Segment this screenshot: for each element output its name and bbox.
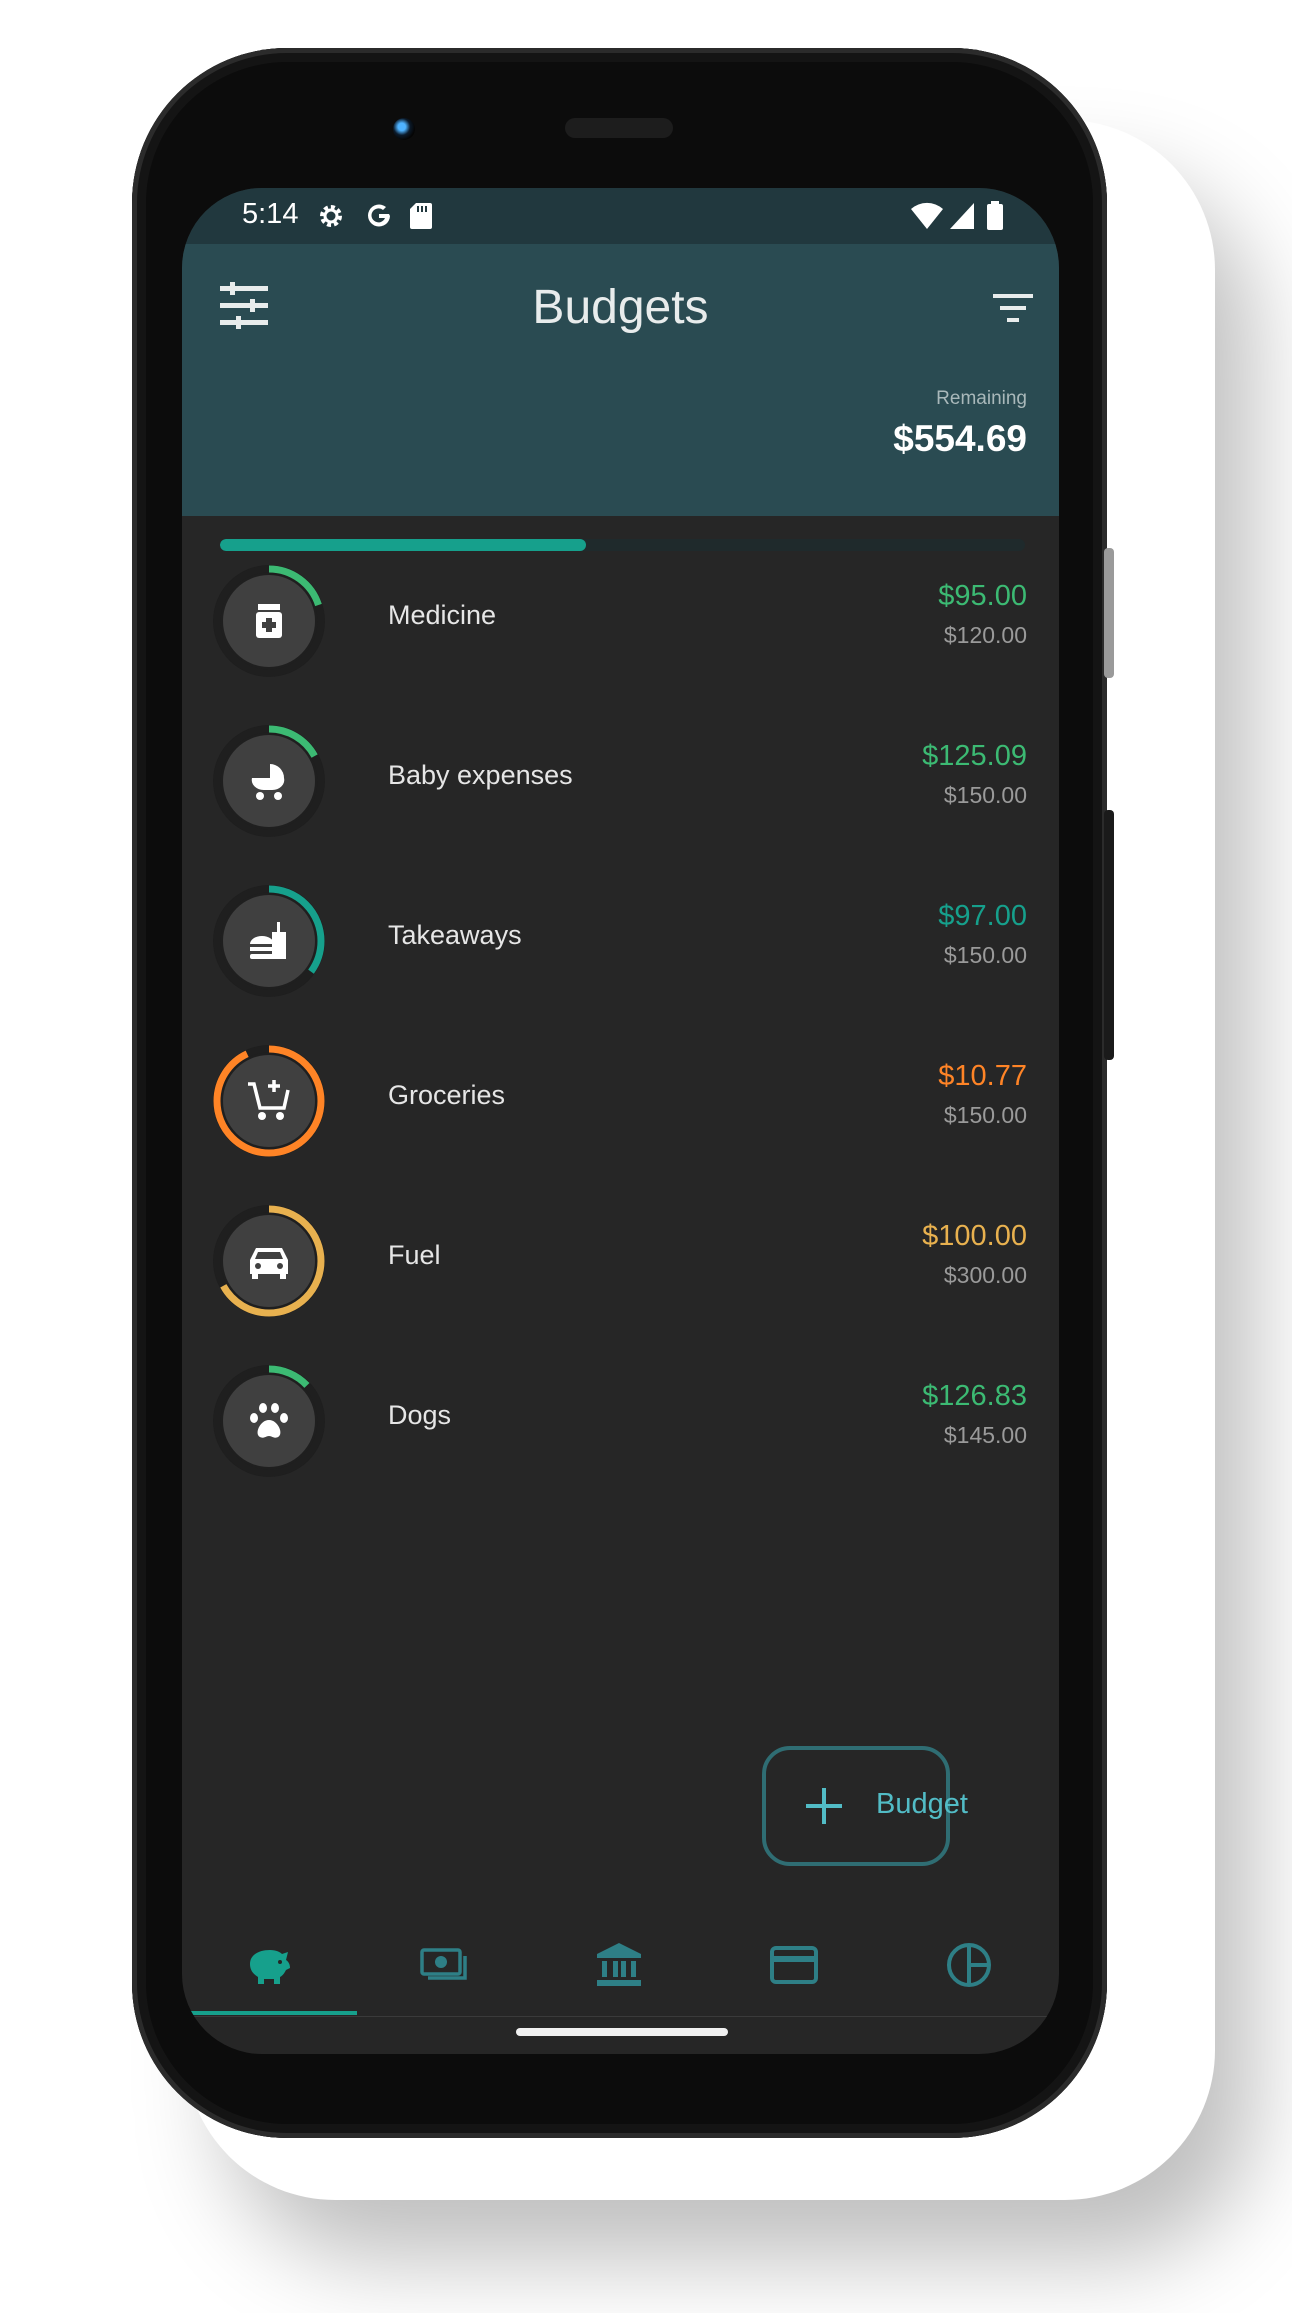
budget-row-baby-expenses[interactable]: Baby expenses $125.09 $150.00	[182, 698, 1059, 858]
budget-remaining-amount: $100.00	[922, 1220, 1027, 1252]
budget-row-takeaways[interactable]: Takeaways $97.00 $150.00	[182, 858, 1059, 1018]
status-time: 5:14	[242, 198, 299, 230]
nav-tab-budgets[interactable]	[182, 1918, 357, 2018]
filter-list-icon[interactable]	[991, 290, 1035, 326]
active-tab-indicator	[182, 2011, 357, 2015]
nav-tab-accounts[interactable]	[532, 1918, 707, 2018]
bottom-nav-divider	[182, 2016, 1059, 2017]
budget-total-amount: $300.00	[943, 1262, 1027, 1288]
bank-icon	[597, 1943, 641, 1986]
budget-name: Groceries	[388, 1080, 506, 1110]
settings-gear-icon	[320, 205, 342, 227]
add-budget-label: Budget	[876, 1788, 968, 1820]
sd-card-icon	[410, 203, 432, 229]
budget-total-amount: $145.00	[943, 1422, 1027, 1448]
earpiece-speaker	[565, 118, 673, 138]
money-icon	[420, 1948, 467, 1980]
gesture-home-bar[interactable]	[516, 2028, 728, 2036]
budget-row-groceries[interactable]: Groceries $10.77 $150.00	[182, 1018, 1059, 1178]
budget-name: Baby expenses	[388, 760, 573, 790]
budget-name: Takeaways	[388, 920, 522, 950]
budget-remaining-amount: $97.00	[938, 900, 1027, 932]
nav-tab-cards[interactable]	[707, 1918, 882, 2018]
status-bar: 5:14	[182, 188, 1059, 244]
bottom-navigation	[182, 1918, 1059, 2018]
battery-icon	[987, 201, 1003, 230]
cell-signal-icon	[950, 203, 974, 229]
budget-name: Medicine	[388, 600, 497, 630]
pie-chart-icon	[947, 1943, 991, 1987]
budget-total-amount: $150.00	[943, 1102, 1027, 1128]
add-budget-button[interactable]: Budget	[762, 1746, 968, 1866]
app-header: Budgets Remaining $554.69	[182, 244, 1059, 551]
budget-name: Dogs	[388, 1400, 452, 1430]
google-g-icon	[368, 204, 390, 227]
budget-name: Fuel	[388, 1240, 441, 1270]
wifi-icon	[911, 202, 943, 229]
baby-stroller-icon	[251, 764, 285, 800]
nav-tab-reports[interactable]	[882, 1918, 1057, 2018]
piggy-bank-icon	[250, 1950, 290, 1984]
nav-tab-transactions[interactable]	[357, 1918, 532, 2018]
paw-icon	[250, 1403, 288, 1438]
remaining-label: Remaining	[936, 388, 1027, 409]
remaining-value: $554.69	[893, 418, 1027, 459]
power-button	[1104, 548, 1114, 678]
budget-total-amount: $150.00	[943, 782, 1027, 808]
budget-remaining-amount: $126.83	[922, 1380, 1027, 1412]
plus-icon	[806, 1788, 842, 1824]
budget-row-dogs[interactable]: Dogs $126.83 $145.00	[182, 1338, 1059, 1498]
add-shopping-cart-icon	[248, 1080, 290, 1120]
app-screen: 5:14 Budgets Remaining $554.69 Medicine …	[182, 188, 1059, 2054]
budget-remaining-amount: $10.77	[938, 1060, 1027, 1092]
fast-food-icon	[250, 922, 286, 959]
medicine-bottle-icon	[256, 604, 282, 638]
budget-row-fuel[interactable]: Fuel $100.00 $300.00	[182, 1178, 1059, 1338]
budget-total-amount: $120.00	[943, 622, 1027, 648]
front-camera	[393, 118, 415, 140]
page-title: Budgets	[532, 281, 709, 334]
car-icon	[250, 1248, 288, 1279]
credit-card-icon	[770, 1946, 818, 1984]
budget-row-medicine[interactable]: Medicine $95.00 $120.00	[182, 538, 1059, 698]
volume-button	[1104, 810, 1114, 1060]
budget-remaining-amount: $95.00	[938, 580, 1027, 612]
budget-total-amount: $150.00	[943, 942, 1027, 968]
budget-remaining-amount: $125.09	[922, 740, 1027, 772]
